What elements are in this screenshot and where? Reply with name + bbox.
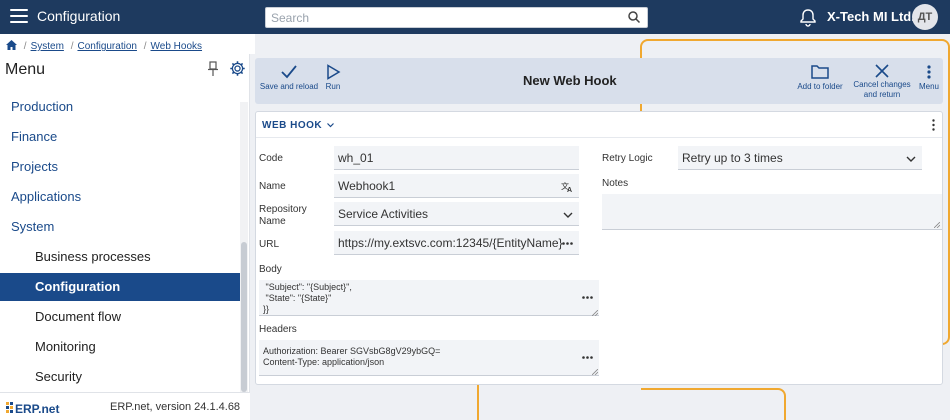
repository-label-line1: Repository — [259, 204, 307, 215]
search-input[interactable] — [265, 7, 648, 28]
body-textarea[interactable]: "Subject": "{Subject}", "State": "{State… — [259, 280, 599, 316]
breadcrumb-web-hooks[interactable]: Web Hooks — [151, 41, 203, 52]
panel-more-icon[interactable] — [932, 119, 935, 131]
web-hook-panel: WEB HOOK Code wh_01 Name Webhook1 文A Rep… — [255, 111, 943, 385]
run-label: Run — [325, 82, 341, 91]
name-label: Name — [259, 181, 286, 192]
url-field[interactable]: https://my.extsvc.com:12345/{EntityName} — [334, 231, 579, 255]
headers-label: Headers — [259, 324, 297, 335]
add-to-folder-button[interactable]: Add to folder — [795, 64, 845, 92]
translate-icon[interactable]: 文A — [561, 181, 574, 192]
retry-logic-select[interactable]: Retry up to 3 times — [678, 146, 922, 170]
sidebar-item-system[interactable]: System — [0, 213, 240, 241]
sidebar-item-monitoring[interactable]: Monitoring — [0, 333, 240, 361]
sidebar: Menu Production Finance Projects Applica… — [0, 54, 250, 420]
version-text: ERP.net, version 24.1.4.68 — [110, 401, 241, 413]
url-label: URL — [259, 239, 280, 250]
resize-handle-icon[interactable] — [592, 310, 598, 316]
gear-icon[interactable] — [229, 60, 246, 77]
top-bar: Configuration X-Tech MI Ltd. ДТ — [0, 0, 950, 34]
chevron-down-icon[interactable] — [906, 156, 916, 162]
sidebar-footer: ERP.net ERP.net, version 24.1.4.68 — [0, 392, 250, 420]
add-folder-label: Add to folder — [797, 82, 843, 91]
cancel-label-line2: and return — [863, 90, 901, 99]
folder-icon — [811, 65, 829, 79]
menu-label: Menu — [918, 82, 939, 91]
hamburger-menu-icon[interactable] — [10, 9, 28, 23]
sidebar-item-projects[interactable]: Projects — [0, 153, 240, 181]
checkmark-icon — [281, 65, 297, 79]
menu-button[interactable]: Menu — [918, 64, 940, 92]
code-label: Code — [259, 153, 283, 164]
resize-handle-icon[interactable] — [934, 222, 940, 228]
more-horizontal-icon[interactable] — [582, 356, 593, 359]
sidebar-item-finance[interactable]: Finance — [0, 123, 240, 151]
retry-logic-label: Retry Logic — [602, 153, 653, 164]
chevron-down-icon[interactable] — [327, 123, 334, 128]
breadcrumb-system[interactable]: System — [31, 41, 64, 52]
logo-text: ERP.net — [15, 402, 59, 415]
more-horizontal-icon[interactable] — [582, 296, 593, 299]
form-title: New Web Hook — [523, 73, 617, 88]
vertical-dots-icon — [927, 65, 931, 79]
repository-name-label: Repository Name — [259, 204, 307, 228]
play-icon — [327, 64, 341, 80]
home-icon[interactable] — [6, 40, 17, 50]
body-label: Body — [259, 264, 282, 275]
save-and-reload-button[interactable]: Save and reload — [258, 64, 320, 92]
sidebar-item-configuration[interactable]: Configuration — [0, 273, 240, 301]
app-title: Configuration — [37, 8, 121, 24]
more-horizontal-icon[interactable] — [562, 242, 573, 245]
notes-label: Notes — [602, 178, 629, 189]
panel-title[interactable]: WEB HOOK — [262, 120, 322, 131]
repository-name-select[interactable]: Service Activities — [334, 202, 579, 226]
menu-title: Menu — [5, 61, 46, 78]
code-field[interactable]: wh_01 — [334, 146, 579, 170]
sidebar-item-document-flow[interactable]: Document flow — [0, 303, 240, 331]
pin-icon[interactable] — [207, 61, 219, 77]
breadcrumb-configuration[interactable]: Configuration — [77, 41, 136, 52]
save-label: Save and reload — [259, 82, 319, 91]
resize-handle-icon[interactable] — [592, 369, 598, 375]
search-icon[interactable] — [627, 10, 641, 24]
sidebar-item-business-processes[interactable]: Business processes — [0, 243, 240, 271]
breadcrumb: / System / Configuration / Web Hooks — [0, 34, 255, 54]
name-field[interactable]: Webhook1 — [334, 174, 579, 198]
user-avatar[interactable]: ДТ — [912, 4, 938, 30]
panel-header: WEB HOOK — [256, 112, 942, 138]
sidebar-scrollbar[interactable] — [240, 102, 248, 392]
canvas-connector — [641, 388, 786, 420]
cancel-changes-button[interactable]: Cancel changes and return — [851, 64, 913, 100]
cancel-label-line1: Cancel changes — [853, 80, 911, 89]
svg-text:A: A — [567, 187, 572, 192]
sidebar-item-security[interactable]: Security — [0, 363, 240, 391]
headers-textarea[interactable]: Authorization: Bearer SGVsbG8gV29ybGQ= C… — [259, 340, 599, 376]
close-icon — [875, 64, 889, 78]
notification-bell-icon[interactable] — [798, 7, 818, 27]
erp-net-logo: ERP.net — [6, 402, 59, 415]
sidebar-item-production[interactable]: Production — [0, 93, 240, 121]
run-button[interactable]: Run — [322, 64, 344, 92]
notes-textarea[interactable] — [602, 194, 942, 230]
company-name[interactable]: X-Tech MI Ltd. — [827, 9, 915, 24]
canvas-connector — [477, 380, 479, 420]
sidebar-item-applications[interactable]: Applications — [0, 183, 240, 211]
chevron-down-icon[interactable] — [563, 212, 573, 218]
repository-label-line2: Name — [259, 216, 286, 227]
